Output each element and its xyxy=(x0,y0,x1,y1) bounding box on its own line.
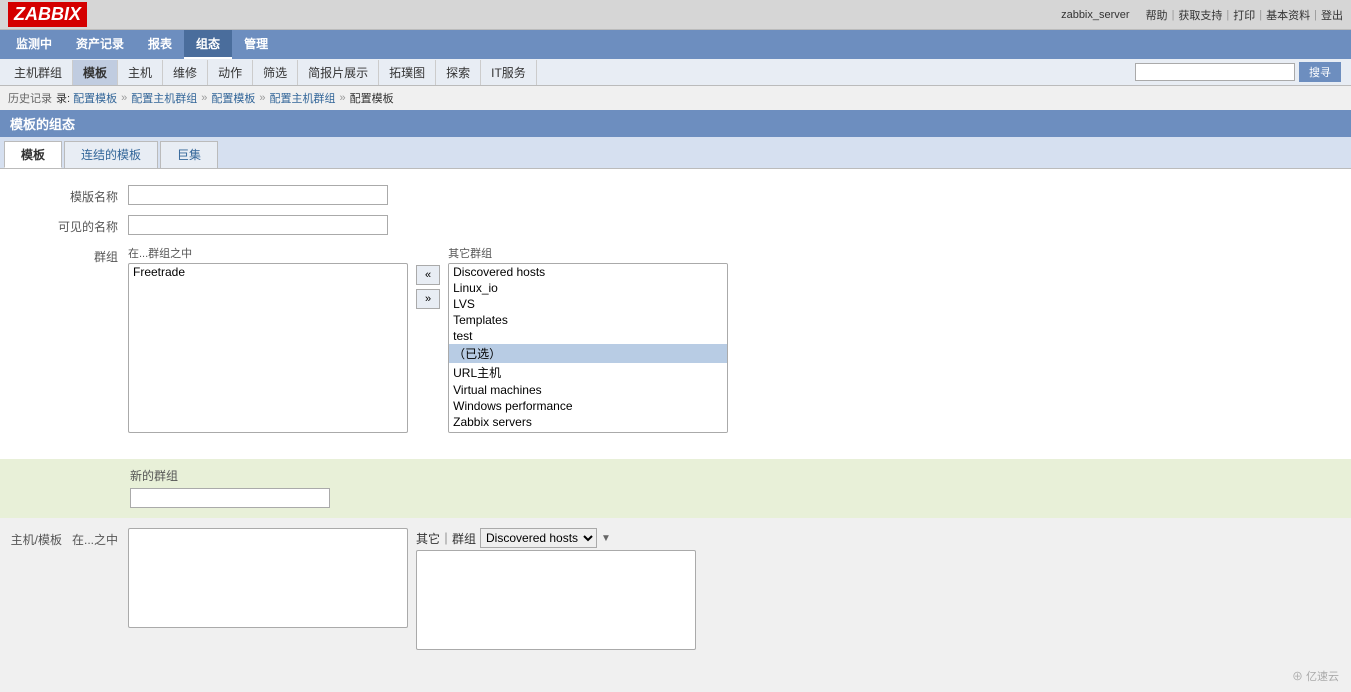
host-group-select-row: 其它｜群组 Discovered hosts ▼ xyxy=(416,528,696,548)
tab-template[interactable]: 模板 xyxy=(4,141,62,168)
visible-name-input[interactable] xyxy=(128,215,388,235)
new-group-label: 新的群组 xyxy=(130,467,1343,484)
search-button[interactable]: 搜寻 xyxy=(1299,62,1341,82)
main-nav: 监测中 资产记录 报表 组态 管理 xyxy=(0,30,1351,59)
subnav-slideshow[interactable]: 简报片展示 xyxy=(298,60,379,85)
breadcrumb: 历史记录 录: 配置模板 » 配置主机群组 » 配置模板 » 配置主机群组 » … xyxy=(0,86,1351,110)
history-label: 历史记录 xyxy=(8,90,52,106)
subnav-maintenance[interactable]: 维修 xyxy=(163,60,208,85)
visible-name-label: 可见的名称 xyxy=(8,215,128,235)
subnav-action[interactable]: 动作 xyxy=(208,60,253,85)
tab-linked-templates[interactable]: 连结的模板 xyxy=(64,141,158,168)
breadcrumb-link-3[interactable]: 配置模板 xyxy=(211,90,255,106)
logo: ZABBIX xyxy=(8,2,87,27)
breadcrumb-link-4[interactable]: 配置主机群组 xyxy=(270,90,336,106)
subnav-topology[interactable]: 拓璞图 xyxy=(379,60,436,85)
subnav-discovery[interactable]: 探索 xyxy=(436,60,481,85)
in-groups-list[interactable]: Freetrade xyxy=(128,263,408,433)
left-group-section: 在...群组之中 Freetrade xyxy=(128,245,408,433)
host-group-select[interactable]: Discovered hosts xyxy=(480,528,597,548)
template-name-input[interactable] xyxy=(128,185,388,205)
watermark: ⊕ 亿速云 xyxy=(0,660,1351,692)
host-other-list[interactable] xyxy=(416,550,696,650)
groups-row: 群组 在...群组之中 Freetrade « » 其它群组 Discovere… xyxy=(8,245,1343,433)
host-template-row: 主机/模板 在...之中 其它｜群组 Discovered hosts ▼ xyxy=(0,528,1351,650)
section-header: 模板的组态 xyxy=(0,110,1351,137)
other-groups-label: 其它群组 xyxy=(448,245,728,261)
tabs-strip: 模板 连结的模板 巨集 xyxy=(0,137,1351,169)
search-area: 搜寻 xyxy=(1129,59,1347,85)
host-label: 主机/模板 在...之中 xyxy=(8,528,128,548)
template-name-input-wrap xyxy=(128,185,1343,205)
breadcrumb-current: 配置模板 xyxy=(350,90,394,106)
new-group-input[interactable] xyxy=(130,488,330,508)
nav-admin[interactable]: 管理 xyxy=(232,30,280,59)
print-link[interactable]: 打印 xyxy=(1233,7,1255,23)
profile-link[interactable]: 基本资料 xyxy=(1266,7,1310,23)
nav-reports[interactable]: 报表 xyxy=(136,30,184,59)
transfer-left-btn[interactable]: « xyxy=(416,265,440,285)
form-area: 模版名称 可见的名称 群组 在...群组之中 Freetrade « » xyxy=(0,169,1351,459)
tab-macros[interactable]: 巨集 xyxy=(160,141,218,168)
groups-content: 在...群组之中 Freetrade « » 其它群组 Discovered h… xyxy=(128,245,1343,433)
breadcrumb-link-2[interactable]: 配置主机群组 xyxy=(131,90,197,106)
template-name-row: 模版名称 xyxy=(8,185,1343,205)
search-input[interactable] xyxy=(1135,63,1295,81)
subnav-hostgroup[interactable]: 主机群组 xyxy=(4,60,73,85)
nav-monitor[interactable]: 监测中 xyxy=(4,30,64,59)
username: zabbix_server xyxy=(1061,9,1129,21)
visible-name-row: 可见的名称 xyxy=(8,215,1343,235)
subnav-template[interactable]: 模板 xyxy=(73,60,118,85)
sub-nav: 主机群组 模板 主机 维修 动作 筛选 简报片展示 拓璞图 探索 IT服务 搜寻 xyxy=(0,59,1351,86)
host-content: 其它｜群组 Discovered hosts ▼ xyxy=(128,528,696,650)
breadcrumb-link-1[interactable]: 配置模板 xyxy=(73,90,117,106)
template-name-label: 模版名称 xyxy=(8,185,128,205)
nav-assets[interactable]: 资产记录 xyxy=(64,30,136,59)
top-bar: ZABBIX zabbix_server 帮助 | 获取支持 | 打印 | 基本… xyxy=(0,0,1351,30)
subnav-filter[interactable]: 筛选 xyxy=(253,60,298,85)
groups-label: 群组 xyxy=(8,245,128,265)
other-groups-list[interactable]: Discovered hosts Linux_io LVS Templates … xyxy=(448,263,728,433)
nav-config[interactable]: 组态 xyxy=(184,30,232,59)
right-group-section: 其它群组 Discovered hosts Linux_io LVS Templ… xyxy=(448,245,728,433)
subnav-host[interactable]: 主机 xyxy=(118,60,163,85)
host-in-list[interactable] xyxy=(128,528,408,628)
top-links: 帮助 | 获取支持 | 打印 | 基本资料 | 登出 xyxy=(1146,7,1343,23)
logout-link[interactable]: 登出 xyxy=(1321,7,1343,23)
support-link[interactable]: 获取支持 xyxy=(1178,7,1222,23)
host-other-section: 其它｜群组 Discovered hosts ▼ xyxy=(416,528,696,650)
help-link[interactable]: 帮助 xyxy=(1146,7,1168,23)
in-groups-label: 在...群组之中 xyxy=(128,245,408,261)
transfer-right-btn[interactable]: » xyxy=(416,289,440,309)
transfer-buttons: « » xyxy=(416,245,440,309)
new-group-row: 新的群组 xyxy=(0,459,1351,518)
dropdown-arrow-icon: ▼ xyxy=(601,533,611,544)
other-group-label: 其它｜群组 xyxy=(416,530,476,547)
subnav-itservice[interactable]: IT服务 xyxy=(481,60,537,85)
visible-name-input-wrap xyxy=(128,215,1343,235)
